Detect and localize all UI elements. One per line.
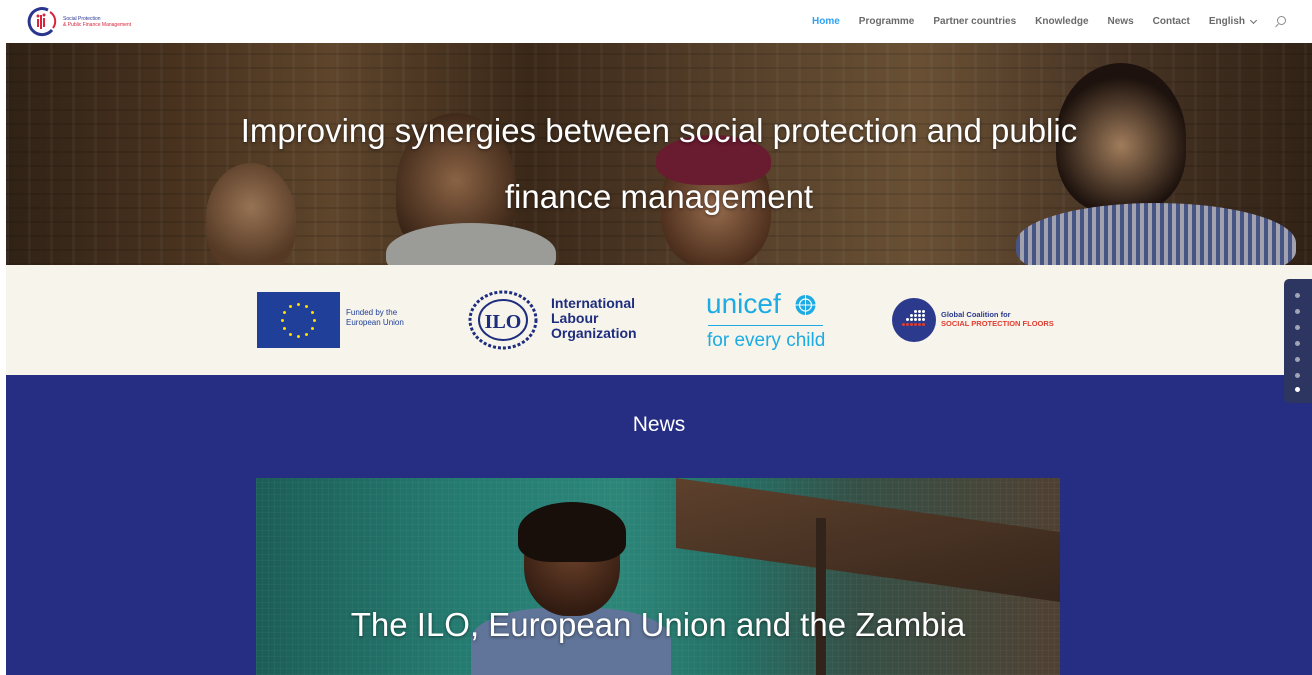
language-selector[interactable]: English [1208,16,1258,27]
dot-nav-item-4[interactable] [1295,341,1300,346]
eu-funding-label: Funded by the European Union [346,308,404,327]
hero-title: Improving synergies between social prote… [240,112,1078,215]
news-heading: News [632,413,686,436]
global-coalition-icon [892,298,936,342]
dot-nav-item-2[interactable] [1295,309,1300,314]
unicef-tagline: for every child [707,330,826,351]
global-coalition-line-1: Global Coalition for [941,310,1011,319]
search-icon[interactable] [1274,15,1288,29]
partner-logos-band: Funded by the European Union ILO Interna… [6,265,1312,375]
section-dot-nav [1284,279,1312,403]
unicef-globe-icon [795,295,816,315]
dot-nav-item-5[interactable] [1295,357,1300,362]
chevron-down-icon [1249,16,1258,24]
nav-item-home[interactable]: Home [812,16,840,27]
nav-item-programme[interactable]: Programme [859,16,915,27]
nav-item-contact[interactable]: Contact [1153,16,1190,27]
language-label: English [1208,16,1245,27]
dot-nav-item-1[interactable] [1295,293,1300,298]
ilo-emblem-icon: ILO [468,290,538,350]
ilo-emblem-text: ILO [485,311,522,333]
nav-item-knowledge[interactable]: Knowledge [1035,16,1088,27]
nav-item-news[interactable]: News [1108,16,1134,27]
dot-nav-item-6[interactable] [1295,373,1300,378]
news-section: News The ILO, European Union and the Zam… [6,375,1312,675]
site-header: Social Protection & Public Finance Manag… [0,0,1312,43]
unicef-wordmark: unicef [706,288,781,319]
logo-mark-icon [27,7,57,37]
dot-nav-item-3[interactable] [1295,325,1300,330]
nav-item-partner-countries[interactable]: Partner countries [933,16,1016,27]
ilo-name: International Labour Organization [551,295,637,341]
global-coalition-line-2: SOCIAL PROTECTION FLOORS [941,319,1054,328]
logo-line-2: & Public Finance Management [63,22,132,28]
site-logo[interactable]: Social Protection & Public Finance Manag… [26,6,131,38]
hero-banner: Improving synergies between social prote… [6,43,1312,265]
news-card[interactable]: The ILO, European Union and the Zambia [256,478,1060,675]
eu-flag-icon [257,292,340,348]
main-nav: Home Programme Partner countries Knowled… [793,0,1288,43]
unicef-divider [708,325,823,326]
news-card-title[interactable]: The ILO, European Union and the Zambia [256,606,1060,644]
page: Social Protection & Public Finance Manag… [0,0,1312,675]
dot-nav-item-7[interactable] [1295,387,1300,392]
